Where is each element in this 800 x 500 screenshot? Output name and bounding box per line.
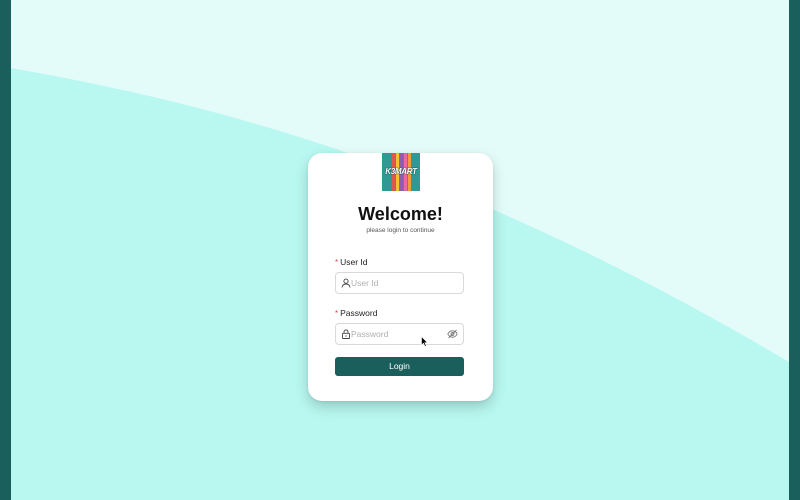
required-marker: * xyxy=(335,258,339,267)
user-icon xyxy=(341,278,351,288)
user-id-label-text: User Id xyxy=(340,257,368,267)
required-marker: * xyxy=(335,309,339,318)
password-label-text: Password xyxy=(340,308,378,318)
app-frame: K3MART Welcome! please login to continue… xyxy=(0,0,800,500)
user-id-label: * User Id xyxy=(335,257,368,267)
logo-text: K3MART xyxy=(385,167,417,176)
login-button[interactable]: Login xyxy=(335,357,464,376)
password-input[interactable] xyxy=(351,327,446,341)
eye-slash-icon[interactable] xyxy=(447,329,458,339)
page-subtitle: please login to continue xyxy=(366,227,435,234)
lock-icon xyxy=(342,329,350,339)
mouse-cursor-icon xyxy=(421,336,428,347)
k3mart-logo: K3MART xyxy=(382,153,420,191)
password-field[interactable] xyxy=(335,323,464,345)
user-id-input[interactable] xyxy=(351,276,446,290)
page-title: Welcome! xyxy=(358,204,443,224)
password-label: * Password xyxy=(335,308,377,318)
user-id-field[interactable] xyxy=(335,272,464,294)
login-card: K3MART Welcome! please login to continue… xyxy=(308,153,493,401)
